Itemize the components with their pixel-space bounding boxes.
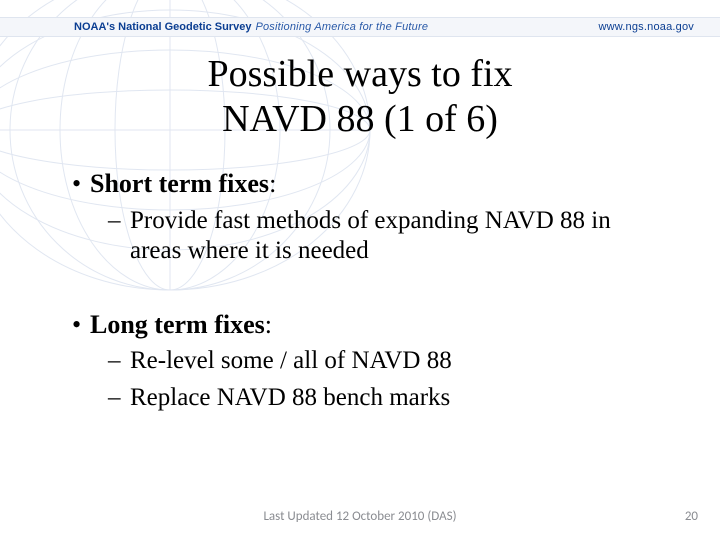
- header-brand: NOAA's National Geodetic Survey: [74, 21, 251, 33]
- title-line-1: Possible ways to fix: [207, 53, 512, 95]
- bullet-label: Long term fixes:: [90, 309, 652, 341]
- slide-body: • Short term fixes: – Provide fast metho…: [72, 168, 652, 413]
- sub-bullet-item: – Provide fast methods of expanding NAVD…: [108, 206, 652, 267]
- dash-icon: –: [108, 346, 130, 377]
- bullet-label: Short term fixes:: [90, 168, 652, 200]
- bullet-item: • Short term fixes:: [72, 168, 652, 200]
- header-tagline: Positioning America for the Future: [255, 21, 428, 33]
- sub-bullet-text: Provide fast methods of expanding NAVD 8…: [130, 206, 652, 267]
- title-line-2: NAVD 88 (1 of 6): [222, 98, 498, 140]
- slide: NOAA's National Geodetic Survey Position…: [0, 0, 720, 540]
- sub-bullet-text: Replace NAVD 88 bench marks: [130, 383, 652, 414]
- bullet-label-text: Short term fixes: [90, 169, 269, 198]
- header-url: www.ngs.noaa.gov: [598, 21, 694, 33]
- slide-title: Possible ways to fix NAVD 88 (1 of 6): [0, 52, 720, 142]
- bullet-dot-icon: •: [72, 168, 90, 200]
- sub-bullet-item: – Re-level some / all of NAVD 88: [108, 346, 652, 377]
- sub-bullet-text: Re-level some / all of NAVD 88: [130, 346, 652, 377]
- bullet-dot-icon: •: [72, 309, 90, 341]
- bullet-label-text: Long term fixes: [90, 310, 265, 339]
- dash-icon: –: [108, 206, 130, 237]
- header-left: NOAA's National Geodetic Survey Position…: [74, 21, 428, 33]
- footer-page-number: 20: [685, 509, 698, 524]
- dash-icon: –: [108, 383, 130, 414]
- footer-updated: Last Updated 12 October 2010 (DAS): [0, 509, 720, 524]
- bullet-item: • Long term fixes:: [72, 309, 652, 341]
- sub-bullet-item: – Replace NAVD 88 bench marks: [108, 383, 652, 414]
- header-bar: NOAA's National Geodetic Survey Position…: [0, 17, 720, 37]
